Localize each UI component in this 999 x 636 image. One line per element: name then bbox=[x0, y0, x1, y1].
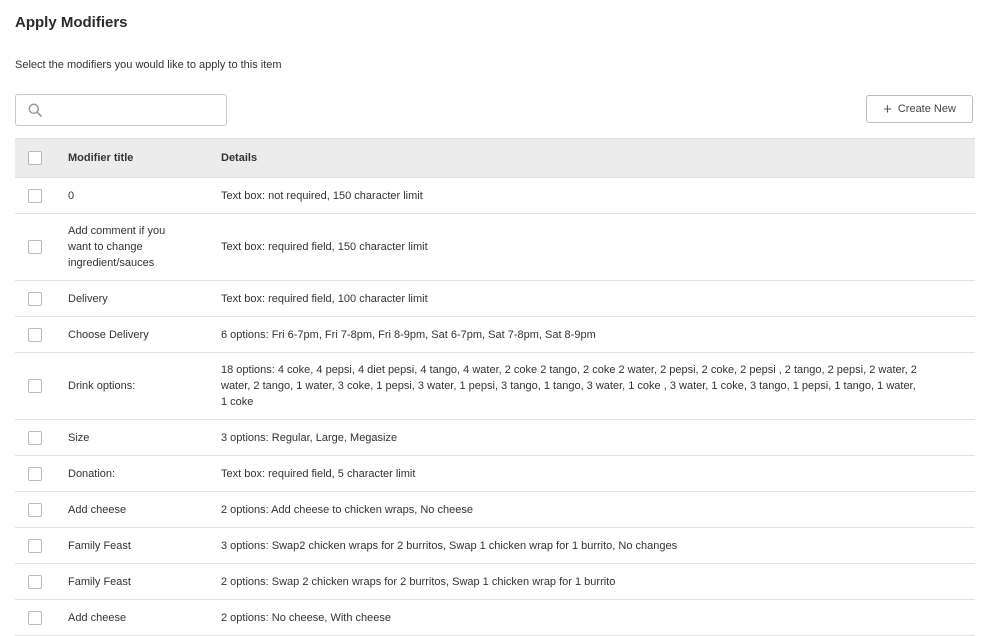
row-checkbox[interactable] bbox=[28, 379, 42, 393]
column-header-title: Modifier title bbox=[68, 152, 134, 164]
modifier-title: Family Feast bbox=[68, 539, 131, 552]
search-input[interactable] bbox=[50, 95, 224, 127]
modifier-title: Choose Delivery bbox=[68, 328, 149, 341]
modifier-details: 2 options: No cheese, With cheese bbox=[221, 611, 391, 624]
column-header-details: Details bbox=[221, 152, 258, 164]
modifier-title: Add cheese bbox=[68, 503, 127, 516]
row-checkbox[interactable] bbox=[28, 291, 42, 306]
row-checkbox[interactable] bbox=[28, 327, 42, 342]
row-checkbox[interactable] bbox=[28, 610, 42, 625]
plus-icon: + bbox=[883, 100, 892, 118]
create-new-button[interactable]: + Create New bbox=[866, 95, 973, 123]
modifier-title: 0 bbox=[68, 189, 75, 202]
modifier-details: Text box: required field, 100 character … bbox=[221, 292, 428, 305]
modifiers-table: Modifier title Details 0 Text box: not re… bbox=[15, 138, 975, 636]
select-all-checkbox[interactable] bbox=[28, 151, 42, 165]
row-checkbox[interactable] bbox=[28, 466, 42, 481]
table-row[interactable]: Add comment if you want to change ingred… bbox=[15, 214, 975, 281]
table-row[interactable]: 0 Text box: not required, 150 character l… bbox=[15, 178, 975, 214]
page-subtitle: Select the modifiers you would like to a… bbox=[15, 59, 282, 71]
table-row[interactable]: Donation: Text box: required field, 5 cha… bbox=[15, 456, 975, 492]
row-checkbox[interactable] bbox=[28, 502, 42, 517]
modifier-details: 3 options: Regular, Large, Megasize bbox=[221, 431, 398, 444]
modifier-details: 2 options: Swap 2 chicken wraps for 2 bu… bbox=[221, 575, 616, 588]
modifier-title: Delivery bbox=[68, 292, 108, 305]
modifier-title: Add comment if you want to change ingred… bbox=[68, 225, 166, 269]
modifier-title: Donation: bbox=[68, 467, 116, 480]
row-checkbox[interactable] bbox=[28, 240, 42, 254]
modifier-title: Add cheese bbox=[68, 611, 127, 624]
table-header: Modifier title Details bbox=[15, 138, 975, 178]
table-row[interactable]: Family Feast 2 options: Swap 2 chicken wr… bbox=[15, 564, 975, 600]
table-row[interactable]: Family Feast 3 options: Swap2 chicken wra… bbox=[15, 528, 975, 564]
row-checkbox[interactable] bbox=[28, 430, 42, 445]
table-row[interactable]: Add cheese 2 options: No cheese, With che… bbox=[15, 600, 975, 636]
modifier-title: Family Feast bbox=[68, 575, 131, 588]
page-title: Apply Modifiers bbox=[15, 14, 128, 31]
create-new-label: Create New bbox=[897, 103, 956, 115]
modifier-title: Drink options: bbox=[68, 380, 136, 392]
table-row[interactable]: Add cheese 2 options: Add cheese to chick… bbox=[15, 492, 975, 528]
search-icon bbox=[28, 103, 42, 117]
table-body: 0 Text box: not required, 150 character l… bbox=[15, 178, 975, 636]
modifier-details: 6 options: Fri 6-7pm, Fri 7-8pm, Fri 8-9… bbox=[221, 328, 596, 341]
modifier-details: Text box: required field, 5 character li… bbox=[221, 467, 416, 480]
row-checkbox[interactable] bbox=[28, 538, 42, 553]
table-row[interactable]: Delivery Text box: required field, 100 ch… bbox=[15, 281, 975, 317]
table-row[interactable]: Size 3 options: Regular, Large, Megasize bbox=[15, 420, 975, 456]
modifier-details: 3 options: Swap2 chicken wraps for 2 bur… bbox=[221, 539, 678, 552]
table-row[interactable]: Drink options: 18 options: 4 coke, 4 peps… bbox=[15, 353, 975, 420]
modifier-details: Text box: not required, 150 character li… bbox=[221, 189, 423, 202]
table-row[interactable]: Choose Delivery 6 options: Fri 6-7pm, Fri… bbox=[15, 317, 975, 353]
row-checkbox[interactable] bbox=[28, 188, 42, 203]
search-box[interactable] bbox=[15, 94, 227, 127]
modifier-details: 2 options: Add cheese to chicken wraps, … bbox=[221, 503, 473, 516]
modifier-details: Text box: required field, 150 character … bbox=[221, 241, 428, 253]
row-checkbox[interactable] bbox=[28, 574, 42, 589]
modifier-title: Size bbox=[68, 431, 90, 444]
modifier-details: 18 options: 4 coke, 4 pepsi, 4 diet peps… bbox=[221, 364, 917, 408]
